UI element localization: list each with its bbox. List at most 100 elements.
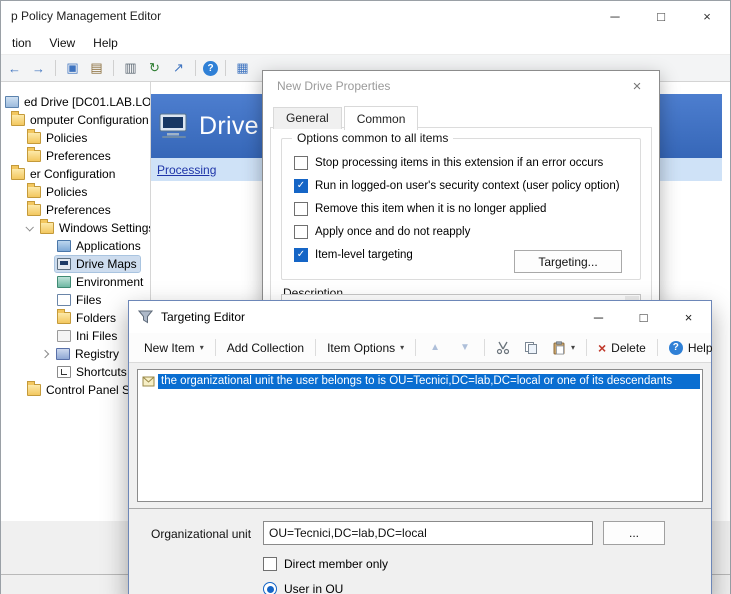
toolbar-separator bbox=[415, 339, 416, 356]
toolbar-separator bbox=[586, 339, 587, 356]
processing-link[interactable]: Processing bbox=[157, 163, 216, 177]
toolbar-separator bbox=[315, 339, 316, 356]
minimize-icon[interactable]: ─ bbox=[576, 301, 621, 333]
copy-button[interactable] bbox=[517, 337, 545, 359]
tree-item-label: Preferences bbox=[46, 203, 111, 217]
menu-bar: tionViewHelp bbox=[1, 31, 730, 55]
tree-item-label: Drive Maps bbox=[76, 257, 137, 271]
clipboard-icon[interactable]: ▤ bbox=[87, 59, 106, 78]
minimize-icon[interactable]: ─ bbox=[592, 1, 638, 31]
drive-maps-header-icon bbox=[159, 113, 189, 139]
gpme-titlebar: p Policy Management Editor ─ □ × bbox=[1, 1, 730, 31]
cpanel-icon bbox=[27, 384, 41, 396]
funnel-icon bbox=[138, 310, 153, 324]
option-run-in-logged-on-user-s-security[interactable]: ✓ Run in logged-on user's security contex… bbox=[294, 174, 628, 197]
tree-item-omputer-configuration[interactable]: omputer Configuration bbox=[1, 111, 150, 129]
tree-item-preferences[interactable]: Preferences bbox=[1, 201, 150, 219]
toolbar-separator bbox=[225, 60, 226, 76]
toolbar-separator bbox=[215, 339, 216, 356]
tree-item-er-configuration[interactable]: er Configuration bbox=[1, 165, 150, 183]
back-icon[interactable]: ← bbox=[5, 59, 24, 78]
browse-button[interactable]: ... bbox=[603, 521, 665, 545]
targeting-detail-pane: Organizational unit ... Direct member on… bbox=[129, 508, 711, 594]
targeting-button[interactable]: Targeting... bbox=[514, 250, 622, 273]
help-button[interactable]: ?Help bbox=[662, 337, 720, 359]
tree-item-label: Policies bbox=[46, 185, 87, 199]
tree-item-preferences[interactable]: Preferences bbox=[1, 147, 150, 165]
ini-icon bbox=[57, 330, 71, 342]
item-options-button[interactable]: Item Options▾ bbox=[320, 337, 411, 359]
new-drive-properties-dialog: New Drive Properties × GeneralCommon Opt… bbox=[262, 70, 660, 310]
tab-general[interactable]: General bbox=[273, 107, 342, 129]
gpo-icon bbox=[5, 96, 19, 108]
tab-common[interactable]: Common bbox=[344, 106, 419, 130]
option-label: Run in logged-on user's security context… bbox=[315, 180, 620, 192]
close-icon[interactable]: × bbox=[684, 1, 730, 31]
forward-icon[interactable]: → bbox=[29, 59, 48, 78]
option-label: Stop processing items in this extension … bbox=[315, 157, 603, 169]
option-apply-once-and-do-not-reapply[interactable]: Apply once and do not reapply bbox=[294, 220, 628, 243]
delete-button[interactable]: ×Delete bbox=[591, 337, 653, 359]
tree-item-drive-maps[interactable]: Drive Maps bbox=[1, 255, 150, 273]
move-up-button[interactable]: ▲ bbox=[420, 338, 450, 357]
targeting-item-row[interactable]: the organizational unit the user belongs… bbox=[140, 372, 700, 390]
menu-help[interactable]: Help bbox=[84, 36, 127, 50]
paste-button[interactable]: ▾ bbox=[545, 337, 582, 359]
tree-item-policies[interactable]: Policies bbox=[1, 183, 150, 201]
option-remove-this-item-when-it-is-no-l[interactable]: Remove this item when it is no longer ap… bbox=[294, 197, 628, 220]
env-icon bbox=[57, 276, 71, 288]
help-icon[interactable]: ? bbox=[203, 61, 218, 76]
tree-item-label: Shortcuts bbox=[76, 365, 127, 379]
expander-expanded-icon[interactable] bbox=[25, 223, 33, 231]
tree-item-label: Applications bbox=[76, 239, 141, 253]
printer-icon[interactable]: ▥ bbox=[121, 59, 140, 78]
folder-icon bbox=[27, 150, 41, 162]
close-icon[interactable]: × bbox=[666, 301, 711, 333]
window-title: p Policy Management Editor bbox=[11, 9, 161, 23]
menu-tion[interactable]: tion bbox=[3, 36, 40, 50]
console-tree-icon[interactable]: ▣ bbox=[63, 59, 82, 78]
user-in-ou-radio[interactable] bbox=[263, 582, 277, 594]
direct-member-checkbox[interactable] bbox=[263, 557, 277, 571]
folder-icon bbox=[11, 168, 25, 180]
copy-icon bbox=[524, 341, 538, 355]
tree-item-policies[interactable]: Policies bbox=[1, 129, 150, 147]
tree-item-environment[interactable]: Environment bbox=[1, 273, 150, 291]
maximize-icon[interactable]: □ bbox=[638, 1, 684, 31]
close-icon[interactable]: × bbox=[615, 71, 659, 101]
cut-button[interactable] bbox=[489, 337, 517, 359]
option-label: Remove this item when it is no longer ap… bbox=[315, 203, 546, 215]
folder-icon bbox=[27, 204, 41, 216]
new-item-button[interactable]: New Item▾ bbox=[137, 337, 211, 359]
checkbox-icon[interactable]: ✓ bbox=[294, 179, 308, 193]
te-toolbar: New Item▾ Add Collection Item Options▾ ▲ ▼ ▾ ×… bbox=[129, 333, 711, 363]
move-down-button[interactable]: ▼ bbox=[450, 338, 480, 357]
export-icon[interactable]: ↗ bbox=[169, 59, 188, 78]
checkbox-icon[interactable] bbox=[294, 202, 308, 216]
tree-item-applications[interactable]: Applications bbox=[1, 237, 150, 255]
organizational-unit-input[interactable] bbox=[263, 521, 593, 545]
down-arrow-icon: ▼ bbox=[457, 342, 473, 353]
option-stop-processing-items-in-this-ex[interactable]: Stop processing items in this extension … bbox=[294, 151, 628, 174]
app-icon bbox=[57, 240, 71, 252]
folder-icon bbox=[27, 186, 41, 198]
maximize-icon[interactable]: □ bbox=[621, 301, 666, 333]
dialog-titlebar: New Drive Properties bbox=[263, 71, 659, 101]
tree-item-label: Preferences bbox=[46, 149, 111, 163]
toolbar-separator bbox=[55, 60, 56, 76]
add-collection-button[interactable]: Add Collection bbox=[220, 337, 311, 359]
checkbox-icon[interactable] bbox=[294, 156, 308, 170]
menu-view[interactable]: View bbox=[40, 36, 84, 50]
checkbox-icon[interactable]: ✓ bbox=[294, 248, 308, 262]
direct-member-row: Direct member only bbox=[263, 557, 388, 571]
targeting-title: Targeting Editor bbox=[161, 310, 245, 324]
tree-item-ed-drive-dc01-lab-loca[interactable]: ed Drive [DC01.LAB.LOCA bbox=[1, 93, 150, 111]
dropdown-caret-icon: ▾ bbox=[200, 343, 204, 352]
tree-item-label: Environment bbox=[76, 275, 143, 289]
refresh-icon[interactable]: ↻ bbox=[145, 59, 164, 78]
option-label: Item-level targeting bbox=[315, 249, 413, 261]
checkbox-icon[interactable] bbox=[294, 225, 308, 239]
tree-item-windows-settings[interactable]: Windows Settings bbox=[1, 219, 150, 237]
table-icon[interactable]: ▦ bbox=[233, 59, 252, 78]
expander-collapsed-icon[interactable] bbox=[41, 350, 49, 358]
